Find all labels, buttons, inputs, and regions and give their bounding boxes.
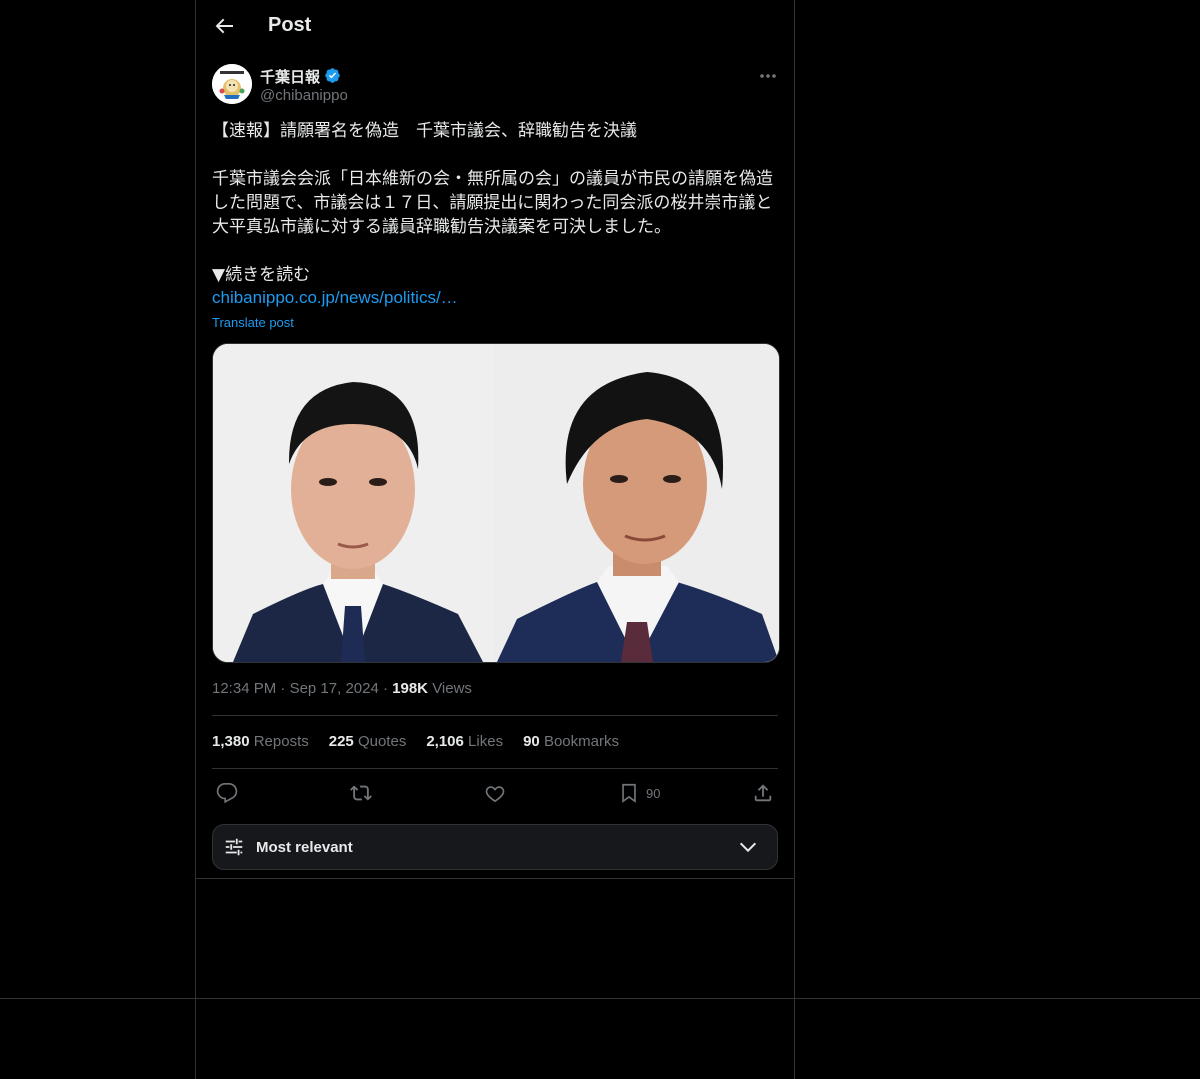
reposts-label: Reposts bbox=[253, 733, 309, 750]
councilor-photo-left[interactable] bbox=[213, 344, 494, 662]
views-count: 198K bbox=[392, 680, 429, 697]
chiba-mascot-logo-icon bbox=[212, 64, 252, 104]
meta-separator: · bbox=[280, 680, 290, 697]
more-options-icon[interactable] bbox=[756, 66, 780, 86]
main-column: Post 千葉日報 @chibanippo 【速報】請願署名を偽造 千葉市議会、… bbox=[195, 0, 795, 1079]
like-button[interactable] bbox=[484, 781, 506, 805]
repost-button[interactable] bbox=[350, 781, 372, 805]
article-link[interactable]: chibanippo.co.jp/news/politics/… bbox=[212, 288, 458, 308]
post-meta: 12:34 PM · Sep 17, 2024 · 198K Views bbox=[212, 680, 472, 697]
bookmarks-stat[interactable]: 90 Bookmarks bbox=[523, 733, 619, 750]
repost-icon bbox=[350, 785, 372, 801]
avatar[interactable] bbox=[212, 64, 252, 104]
quotes-stat[interactable]: 225 Quotes bbox=[329, 733, 407, 750]
share-button[interactable] bbox=[752, 781, 774, 805]
divider bbox=[196, 878, 794, 879]
divider bbox=[212, 768, 778, 769]
back-arrow-icon[interactable] bbox=[212, 14, 236, 38]
likes-count: 2,106 bbox=[426, 733, 464, 750]
post-media[interactable] bbox=[212, 343, 780, 663]
page-title: Post bbox=[268, 14, 312, 36]
share-icon bbox=[754, 784, 772, 802]
reposts-count: 1,380 bbox=[212, 733, 250, 750]
views-label: Views bbox=[432, 680, 472, 697]
divider bbox=[212, 715, 778, 716]
post-time[interactable]: 12:34 PM bbox=[212, 680, 276, 697]
meta-separator: · bbox=[382, 680, 393, 697]
post-text: 【速報】請願署名を偽造 千葉市議会、辞職勧告を決議 千葉市議会会派「日本維新の会… bbox=[212, 121, 773, 285]
quotes-count: 225 bbox=[328, 733, 354, 750]
post-header: Post bbox=[196, 0, 794, 53]
quotes-label: Quotes bbox=[357, 733, 407, 750]
translate-post-link[interactable]: Translate post bbox=[212, 315, 294, 330]
bookmarks-label: Bookmarks bbox=[543, 733, 619, 750]
bookmark-button[interactable]: 90 bbox=[618, 781, 660, 805]
bookmark-count: 90 bbox=[646, 785, 661, 801]
sliders-icon bbox=[225, 838, 243, 856]
likes-stat[interactable]: 2,106 Likes bbox=[426, 733, 503, 750]
reply-icon bbox=[216, 783, 238, 804]
sort-label: Most relevant bbox=[256, 839, 353, 856]
sort-replies-dropdown[interactable]: Most relevant bbox=[212, 824, 778, 870]
reposts-stat[interactable]: 1,380 Reposts bbox=[212, 733, 309, 750]
verified-badge-icon bbox=[325, 68, 340, 83]
bookmark-icon bbox=[622, 783, 636, 803]
author-handle[interactable]: @chibanippo bbox=[260, 87, 348, 104]
post-date[interactable]: Sep 17, 2024 bbox=[290, 680, 379, 697]
author-name[interactable]: 千葉日報 bbox=[260, 66, 320, 87]
page-divider bbox=[0, 998, 1200, 999]
heart-icon bbox=[485, 786, 505, 803]
reply-button[interactable] bbox=[216, 781, 238, 805]
bookmarks-count: 90 bbox=[523, 733, 540, 750]
engagement-stats: 1,380 Reposts 225 Quotes 2,106 Likes 90 … bbox=[212, 733, 619, 750]
likes-label: Likes bbox=[468, 733, 504, 750]
councilor-photo-right[interactable] bbox=[497, 344, 779, 662]
chevron-down-icon bbox=[739, 842, 757, 853]
